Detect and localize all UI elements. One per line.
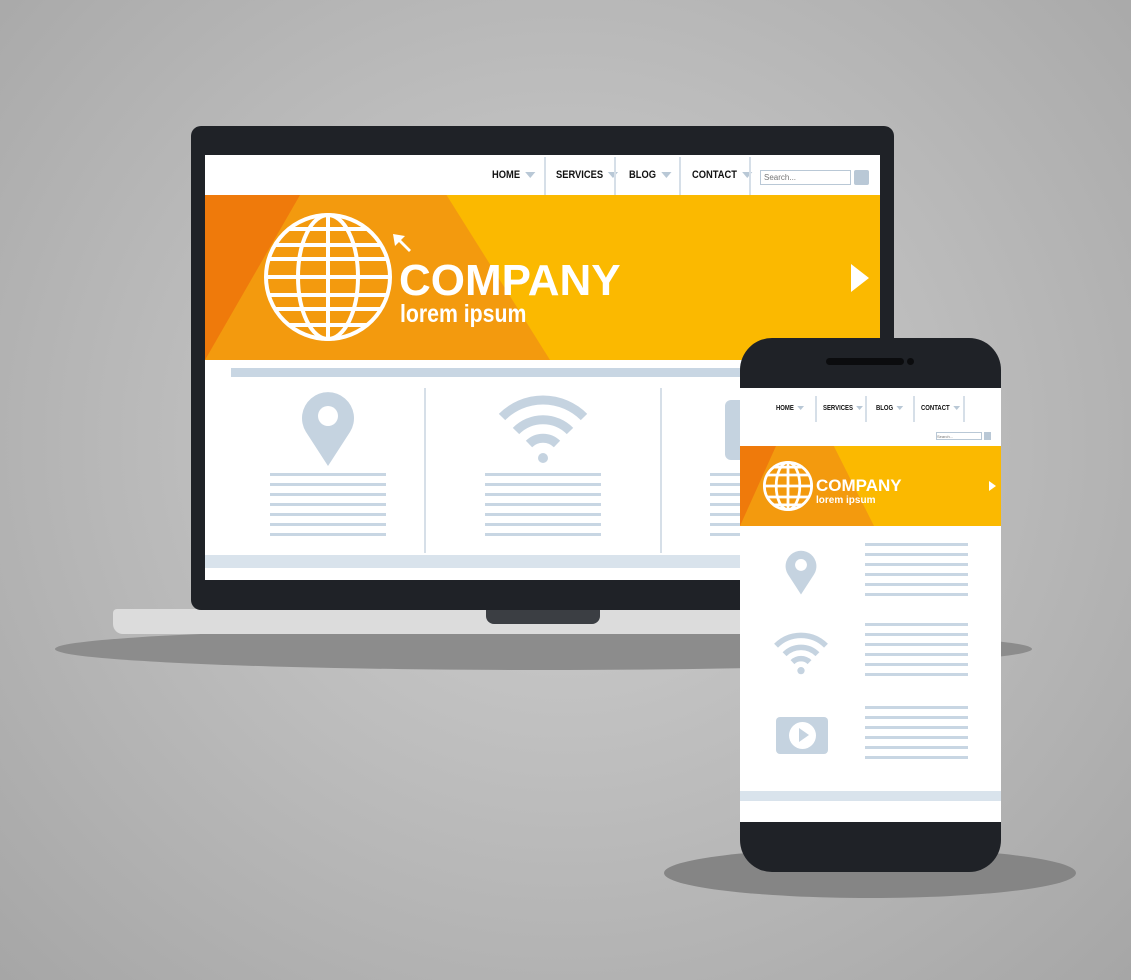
divider [679,157,681,195]
globe-icon [762,460,814,512]
cursor-arrow-icon [393,234,411,252]
banner-subtitle: lorem ipsum [400,300,527,328]
nav-label: SERVICES [556,169,604,181]
chevron-down-icon [953,406,960,410]
banner-subtitle: lorem ipsum [816,495,876,506]
divider [749,157,751,195]
search-icon[interactable] [854,170,869,185]
nav-label: SERVICES [823,404,853,412]
nav-blog[interactable]: BLOG [876,395,904,421]
divider [963,396,965,422]
phone-navbar: HOME SERVICES BLOG CONTACT [740,388,1001,446]
wifi-icon [774,632,828,675]
wifi-icon [498,395,588,463]
nav-label: HOME [776,404,794,412]
phone-banner: COMPANY lorem ipsum [740,446,1001,526]
globe-icon [264,213,392,341]
nav-label: BLOG [876,404,894,412]
nav-contact[interactable]: CONTACT [692,155,753,195]
divider [865,396,867,422]
divider [660,388,662,553]
search-icon[interactable] [984,432,991,440]
banner-title: COMPANY [816,476,902,495]
chevron-down-icon [797,406,805,410]
nav-label: HOME [492,169,521,181]
text-lines [865,706,968,766]
nav-label: CONTACT [692,169,738,181]
nav-home[interactable]: HOME [776,395,805,421]
text-lines [270,473,386,543]
next-arrow-icon[interactable] [989,481,996,491]
chevron-down-icon [896,406,904,410]
next-arrow-icon[interactable] [851,264,869,292]
nav-home[interactable]: HOME [492,155,536,195]
laptop-navbar: HOME SERVICES BLOG CONTACT [205,155,880,195]
nav-contact[interactable]: CONTACT [921,395,960,421]
divider [614,157,616,195]
video-play-icon [776,717,828,754]
divider [913,396,915,422]
phone-speaker [826,358,904,365]
text-lines [865,623,968,683]
divider [424,388,426,553]
phone: HOME SERVICES BLOG CONTACT COMPANY lorem… [740,338,1001,872]
phone-screen: HOME SERVICES BLOG CONTACT COMPANY lorem… [740,388,1001,822]
chevron-down-icon [525,172,536,178]
divider [544,157,546,195]
nav-blog[interactable]: BLOG [629,155,672,195]
nav-services[interactable]: SERVICES [556,155,619,195]
location-pin-icon [785,550,817,595]
text-lines [485,473,601,543]
nav-services[interactable]: SERVICES [823,395,864,421]
text-lines [865,543,968,603]
search-input[interactable] [760,170,851,185]
location-pin-icon [302,392,354,466]
divider [815,396,817,422]
phone-camera [907,358,914,365]
nav-label: CONTACT [921,404,950,412]
footer-bar [740,791,1001,801]
laptop-hinge [486,609,600,624]
search-input[interactable] [936,432,982,440]
banner-title: COMPANY [399,256,621,305]
nav-label: BLOG [629,169,657,181]
laptop-banner: COMPANY lorem ipsum [205,195,880,360]
chevron-down-icon [661,172,672,178]
chevron-down-icon [856,406,864,410]
